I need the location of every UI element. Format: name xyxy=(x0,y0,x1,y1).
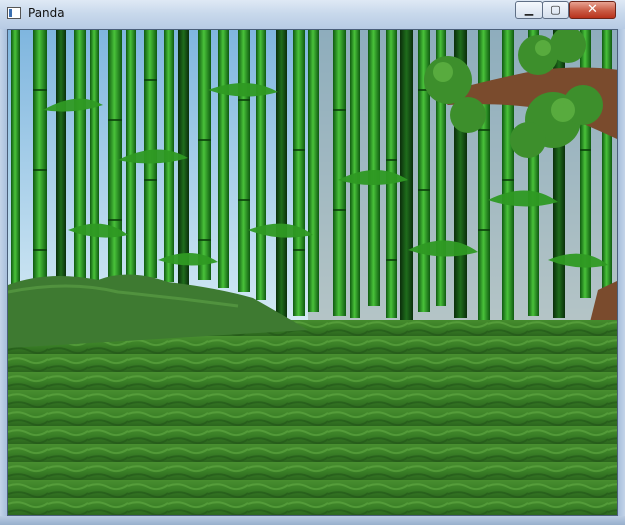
app-window: Panda ▁ ▢ ✕ xyxy=(0,0,625,525)
maximize-icon: ▢ xyxy=(550,3,561,16)
minimize-button[interactable]: ▁ xyxy=(515,1,543,19)
scene-render xyxy=(8,30,617,515)
window-title: Panda xyxy=(28,6,65,20)
window-border-bottom xyxy=(0,516,625,525)
close-button[interactable]: ✕ xyxy=(569,1,616,19)
title-bar[interactable]: Panda ▁ ▢ ✕ xyxy=(0,0,625,30)
minimize-icon: ▁ xyxy=(524,3,534,16)
app-icon xyxy=(7,7,21,19)
close-icon: ✕ xyxy=(587,2,598,17)
window-border-right xyxy=(618,29,625,516)
maximize-button[interactable]: ▢ xyxy=(542,1,569,19)
3d-viewport[interactable] xyxy=(7,29,618,516)
window-border-left xyxy=(0,29,7,516)
